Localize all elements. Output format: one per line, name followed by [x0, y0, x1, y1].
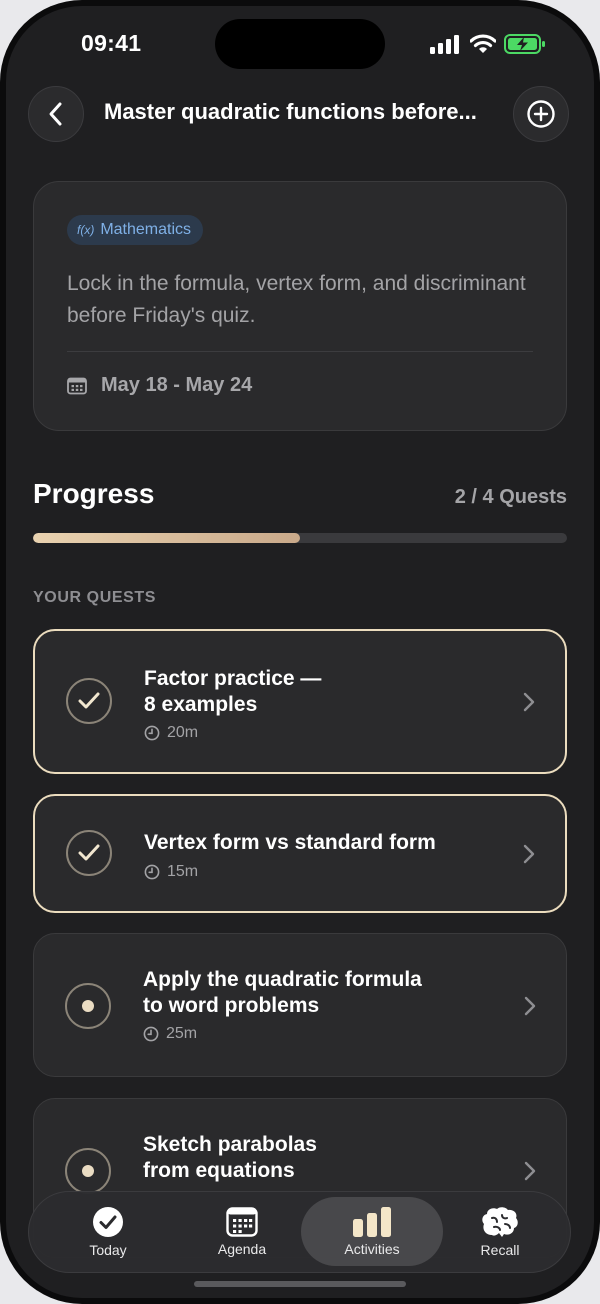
status-icons: [430, 34, 546, 54]
quest-duration: 15m: [144, 863, 198, 881]
add-button[interactable]: [513, 86, 569, 142]
tab-recall[interactable]: Recall: [447, 1192, 553, 1271]
cellular-signal-icon: [430, 35, 459, 54]
tab-label: Today: [89, 1241, 127, 1258]
goal-card: f(x) Mathematics Lock in the formula, ve…: [33, 181, 567, 431]
quest-card[interactable]: Apply the quadratic formula to word prob…: [33, 933, 567, 1077]
quest-title: Apply the quadratic formula to word prob…: [143, 967, 422, 1019]
quest-title-line: Factor practice —: [144, 667, 322, 690]
quest-status[interactable]: [66, 678, 112, 724]
quest-title-line: 8 examples: [144, 693, 258, 716]
quest-card[interactable]: Factor practice — 8 examples 20m: [33, 629, 567, 774]
progress-bar-fill: [33, 533, 300, 543]
date-range-row: May 18 - May 24: [67, 374, 252, 397]
quest-duration-value: 25m: [166, 1025, 198, 1042]
tab-today[interactable]: Today: [55, 1192, 161, 1271]
page-title: Master quadratic functions before...: [104, 99, 477, 124]
clock-icon: [143, 1026, 159, 1042]
wifi-icon: [470, 34, 496, 53]
chevron-left-icon: [49, 102, 62, 126]
tab-label: Recall: [480, 1241, 520, 1258]
quest-status[interactable]: [65, 983, 111, 1029]
clock-icon: [144, 725, 160, 741]
quest-duration: 20m: [144, 724, 198, 742]
checkmark-icon: [78, 692, 100, 709]
tab-label: Activities: [344, 1240, 400, 1257]
tab-activities[interactable]: Activities: [301, 1197, 443, 1266]
battery-charging-icon: [504, 34, 545, 54]
date-range: May 18 - May 24: [101, 374, 253, 396]
progress-bar: [33, 533, 567, 543]
app-screen: 09:41 Master quadratic functions before.…: [6, 6, 594, 1298]
back-button[interactable]: [28, 86, 84, 142]
phone-frame: 09:41 Master quadratic functions before.…: [0, 0, 600, 1304]
home-indicator: [194, 1281, 406, 1287]
quest-card[interactable]: Vertex form vs standard form 15m: [33, 794, 567, 913]
progress-count: 2 / 4 Quests: [454, 486, 567, 508]
tab-agenda[interactable]: Agenda: [187, 1192, 297, 1271]
quest-title-line: Sketch parabolas: [143, 1133, 317, 1156]
quest-duration-value: 15m: [167, 863, 199, 880]
goal-description: Lock in the formula, vertex form, and di…: [67, 272, 526, 327]
quest-title-line: Vertex form vs standard form: [144, 831, 436, 854]
quest-duration-value: 20m: [167, 724, 199, 741]
subject-label: Mathematics: [100, 221, 192, 238]
chevron-right-icon: [523, 844, 535, 864]
brain-icon: [482, 1206, 518, 1237]
divider: [67, 351, 533, 352]
pending-dot-icon: [82, 1000, 94, 1012]
progress-title: Progress: [33, 478, 155, 509]
checkmark-icon: [78, 844, 100, 861]
tab-label: Agenda: [217, 1240, 267, 1257]
status-time: 09:41: [81, 30, 142, 56]
chevron-right-icon: [524, 996, 536, 1016]
bar-chart-icon: [353, 1206, 391, 1237]
quest-title-line: Apply the quadratic formula: [143, 968, 422, 991]
chevron-right-icon: [524, 1161, 536, 1181]
clock-icon: [144, 864, 160, 880]
quest-status[interactable]: [66, 830, 112, 876]
quests-section-label: YOUR QUESTS: [33, 589, 157, 606]
dynamic-island: [215, 19, 385, 69]
quest-title: Sketch parabolas from equations: [143, 1132, 317, 1184]
function-icon: f(x): [77, 223, 95, 237]
quest-title: Vertex form vs standard form: [144, 830, 436, 856]
pending-dot-icon: [82, 1165, 94, 1177]
quest-status[interactable]: [65, 1148, 111, 1194]
calendar-icon: [226, 1206, 258, 1237]
tab-bar: Today Agenda Activities Recall: [28, 1191, 571, 1273]
quest-duration: 25m: [143, 1025, 197, 1043]
calendar-icon: [67, 377, 87, 394]
chevron-right-icon: [523, 692, 535, 712]
quest-title-line: from equations: [143, 1159, 295, 1182]
quest-title-line: to word problems: [143, 994, 320, 1017]
subject-tag[interactable]: f(x) Mathematics: [67, 215, 204, 245]
plus-circle-icon: [527, 100, 555, 128]
check-circle-icon: [93, 1206, 123, 1237]
quest-title: Factor practice — 8 examples: [144, 666, 321, 718]
